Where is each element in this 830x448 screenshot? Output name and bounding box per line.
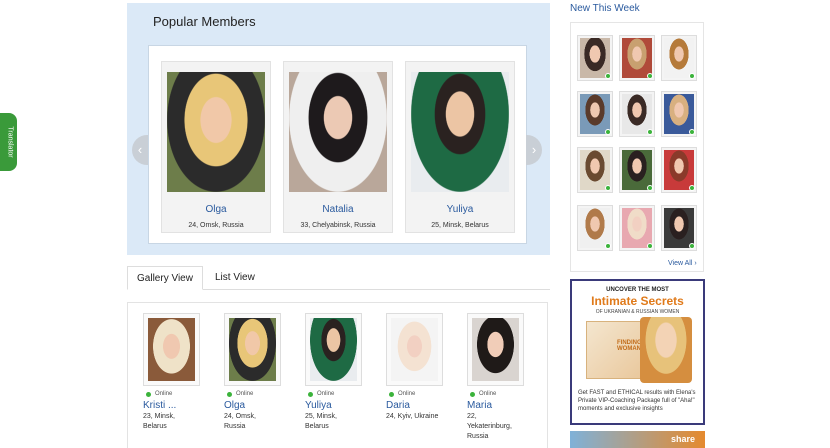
online-dot-icon <box>605 243 611 249</box>
new-member-thumb[interactable] <box>577 147 613 193</box>
member-name[interactable]: Maria <box>467 400 537 411</box>
online-dot-icon <box>605 129 611 135</box>
ad-body-text: Get FAST and ETHICAL results with Elena'… <box>578 390 696 412</box>
new-member-thumb[interactable] <box>619 35 655 81</box>
online-status: Online <box>305 391 375 397</box>
new-member-thumb[interactable] <box>619 147 655 193</box>
online-dot-icon <box>689 129 695 135</box>
gallery-member-card[interactable]: Online Maria 22, Yekaterinburg, Russia <box>467 313 537 442</box>
member-photo[interactable] <box>411 72 509 192</box>
share-label: share <box>670 434 695 444</box>
online-dot-icon <box>389 391 394 397</box>
member-info: 24, Kyiv, Ukraine <box>386 413 439 420</box>
new-this-week-grid <box>570 22 704 272</box>
online-dot-icon <box>689 243 695 249</box>
member-name[interactable]: Yuliya <box>406 204 514 215</box>
coaching-ad-banner[interactable]: UNCOVER THE MOST Intimate Secrets OF UKR… <box>570 279 705 425</box>
online-dot-icon <box>647 185 653 191</box>
new-member-thumb[interactable] <box>661 147 697 193</box>
new-member-thumb[interactable] <box>619 205 655 251</box>
member-photo-frame[interactable] <box>386 313 443 386</box>
member-photo <box>472 318 519 381</box>
popular-carousel: Olga 24, Omsk, Russia Natalia 33, Chelya… <box>148 45 527 244</box>
online-status: Online <box>143 391 213 397</box>
view-all-link[interactable]: View All › <box>668 260 697 267</box>
member-info: 23, Minsk, Belarus <box>143 413 175 430</box>
member-name[interactable]: Kristi ... <box>143 400 213 411</box>
member-photo-frame[interactable] <box>143 313 200 386</box>
online-dot-icon <box>689 185 695 191</box>
gallery-member-card[interactable]: Online Yuliya 25, Minsk, Belarus <box>305 313 375 432</box>
translator-label: Translator <box>6 126 14 158</box>
ad-headline-top: UNCOVER THE MOST <box>606 287 669 293</box>
gallery-member-card[interactable]: Online Daria 24, Kyiv, Ukraine <box>386 313 456 422</box>
online-dot-icon <box>146 391 151 397</box>
member-photo-frame[interactable] <box>305 313 362 386</box>
online-dot-icon <box>689 73 695 79</box>
member-photo <box>391 318 438 381</box>
popular-members-title: Popular Members <box>153 14 256 29</box>
online-dot-icon <box>605 73 611 79</box>
member-info: 24, Omsk, Russia <box>224 413 256 430</box>
ad-headline-sub: OF UKRANIAN & RUSSIAN WOMEN <box>595 309 680 315</box>
new-member-thumb[interactable] <box>661 91 697 137</box>
member-name[interactable]: Olga <box>224 400 294 411</box>
member-name[interactable]: Daria <box>386 400 456 411</box>
member-name[interactable]: Olga <box>162 204 270 215</box>
gallery-member-card[interactable]: Online Olga 24, Omsk, Russia <box>224 313 294 432</box>
ad-headline-main: Intimate Secrets <box>591 294 684 308</box>
member-photo <box>148 318 195 381</box>
online-dot-icon <box>647 243 653 249</box>
online-status: Online <box>224 391 294 397</box>
ad-book-image: FINDING WOMAN <box>586 321 646 379</box>
popular-member-card[interactable]: Natalia 33, Chelyabinsk, Russia <box>283 61 393 233</box>
member-photo <box>310 318 357 381</box>
member-photo[interactable] <box>167 72 265 192</box>
online-status: Online <box>386 391 456 397</box>
popular-members-panel: Popular Members Olga 24, Omsk, Russia Na… <box>127 3 550 255</box>
new-member-thumb[interactable] <box>577 205 613 251</box>
member-info: 25, Minsk, Belarus <box>431 222 489 229</box>
view-tabs: Gallery View List View <box>127 266 550 290</box>
online-dot-icon <box>605 185 611 191</box>
tab-gallery-view[interactable]: Gallery View <box>127 266 203 290</box>
new-member-thumb[interactable] <box>577 91 613 137</box>
online-dot-icon <box>227 391 232 397</box>
member-info: 25, Minsk, Belarus <box>305 413 337 430</box>
gallery-grid: Online Kristi ... 23, Minsk, Belarus Onli… <box>127 302 548 448</box>
new-this-week-title: New This Week <box>570 3 640 14</box>
translator-tab[interactable]: Translator <box>0 113 17 171</box>
popular-member-card[interactable]: Yuliya 25, Minsk, Belarus <box>405 61 515 233</box>
member-name[interactable]: Natalia <box>284 204 392 215</box>
new-member-thumb[interactable] <box>661 35 697 81</box>
member-photo-frame[interactable] <box>224 313 281 386</box>
ad-woman-image <box>640 317 692 383</box>
online-dot-icon <box>647 129 653 135</box>
new-member-thumb[interactable] <box>577 35 613 81</box>
member-photo[interactable] <box>289 72 387 192</box>
online-dot-icon <box>308 391 313 397</box>
member-info: 33, Chelyabinsk, Russia <box>300 222 376 229</box>
new-member-thumb[interactable] <box>619 91 655 137</box>
member-info: 24, Omsk, Russia <box>188 222 244 229</box>
member-photo <box>229 318 276 381</box>
online-status: Online <box>467 391 537 397</box>
online-dot-icon <box>470 391 475 397</box>
member-photo-frame[interactable] <box>467 313 524 386</box>
gallery-member-card[interactable]: Online Kristi ... 23, Minsk, Belarus <box>143 313 213 432</box>
popular-member-card[interactable]: Olga 24, Omsk, Russia <box>161 61 271 233</box>
member-name[interactable]: Yuliya <box>305 400 375 411</box>
page: Translator Popular Members Olga 24, Omsk… <box>0 0 830 448</box>
share-banner[interactable]: share <box>570 431 705 448</box>
member-info: 22, Yekaterinburg, Russia <box>467 413 512 440</box>
new-member-thumb[interactable] <box>661 205 697 251</box>
tab-list-view[interactable]: List View <box>215 266 255 290</box>
online-dot-icon <box>647 73 653 79</box>
